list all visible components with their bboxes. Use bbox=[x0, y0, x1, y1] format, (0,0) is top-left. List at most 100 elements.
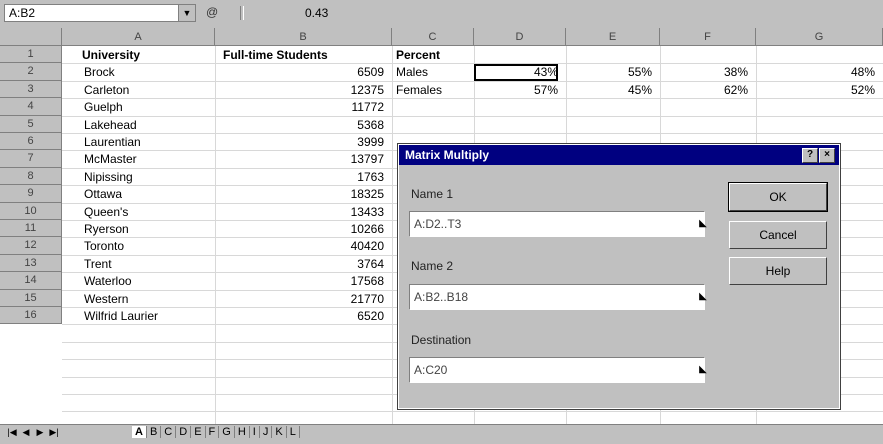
formula-content[interactable]: 0.43 bbox=[305, 6, 328, 20]
row-header[interactable]: 7 bbox=[0, 150, 62, 168]
student-count[interactable]: 18325 bbox=[215, 186, 384, 203]
row-header[interactable]: 9 bbox=[0, 185, 62, 203]
close-icon[interactable]: × bbox=[819, 148, 835, 163]
column-header-f[interactable]: F bbox=[660, 28, 756, 46]
tab-scroll-button[interactable]: ▶| bbox=[48, 427, 60, 438]
tab-scroll-button[interactable]: ▶ bbox=[34, 427, 46, 438]
row-header[interactable]: 3 bbox=[0, 80, 62, 99]
row-header[interactable]: 1 bbox=[0, 46, 62, 64]
row-header[interactable]: 10 bbox=[0, 202, 62, 220]
sheet-tab-k[interactable]: K bbox=[272, 426, 287, 438]
university-name[interactable]: McMaster bbox=[84, 151, 137, 168]
student-count[interactable]: 12375 bbox=[215, 82, 384, 99]
student-count[interactable]: 6509 bbox=[215, 64, 384, 81]
sheet-tab-b[interactable]: B bbox=[146, 426, 162, 438]
column-header-d[interactable]: D bbox=[474, 28, 566, 46]
row-header[interactable]: 8 bbox=[0, 167, 62, 186]
percent-value[interactable]: 38% bbox=[660, 64, 748, 81]
help-icon[interactable]: ? bbox=[802, 148, 818, 163]
percent-value[interactable]: 43% bbox=[474, 64, 558, 82]
university-name[interactable]: Queen's bbox=[84, 204, 128, 221]
university-name[interactable]: Nipissing bbox=[84, 169, 133, 186]
sheet-tab-j[interactable]: J bbox=[259, 426, 273, 438]
sheet-tab-bar: |◀ ◀ ▶ ▶| A B C D E F G H I J K L bbox=[0, 424, 883, 444]
university-name[interactable]: Carleton bbox=[84, 82, 129, 99]
sheet-tab-f[interactable]: F bbox=[205, 426, 220, 438]
name-box[interactable]: A:B2 ▼ bbox=[4, 4, 196, 22]
student-count[interactable]: 5368 bbox=[215, 117, 384, 134]
sheet-tab-h[interactable]: H bbox=[234, 426, 250, 438]
student-count[interactable]: 10266 bbox=[215, 221, 384, 238]
row-header[interactable]: 6 bbox=[0, 133, 62, 151]
collapse-dialog-icon[interactable]: ◣ bbox=[695, 216, 711, 232]
sheet-tab-e[interactable]: E bbox=[191, 426, 206, 438]
tab-scroll-button[interactable]: ◀ bbox=[20, 427, 32, 438]
percent-label[interactable]: Females bbox=[396, 82, 442, 99]
chevron-down-icon[interactable]: ▼ bbox=[178, 5, 195, 21]
percent-value[interactable]: 62% bbox=[660, 82, 748, 99]
university-name[interactable]: Guelph bbox=[84, 99, 123, 116]
dialog-titlebar[interactable]: Matrix Multiply ? × bbox=[399, 145, 839, 165]
university-name[interactable]: Brock bbox=[84, 64, 115, 81]
student-count[interactable]: 21770 bbox=[215, 291, 384, 308]
percent-value[interactable]: 48% bbox=[756, 64, 875, 81]
row-header[interactable]: 12 bbox=[0, 237, 62, 255]
student-count[interactable]: 13797 bbox=[215, 151, 384, 168]
percent-label[interactable]: Males bbox=[396, 64, 428, 81]
cancel-button[interactable]: Cancel bbox=[729, 221, 827, 249]
row-header[interactable]: 13 bbox=[0, 254, 62, 273]
university-name[interactable]: Lakehead bbox=[84, 117, 137, 134]
row-header[interactable]: 4 bbox=[0, 98, 62, 116]
sheet-tab-l[interactable]: L bbox=[286, 426, 300, 438]
percent-value[interactable]: 52% bbox=[756, 82, 875, 99]
row-header[interactable]: 16 bbox=[0, 307, 62, 325]
percent-value[interactable]: 55% bbox=[566, 64, 652, 81]
sheet-tab-d[interactable]: D bbox=[176, 426, 192, 438]
university-name[interactable]: Ryerson bbox=[84, 221, 129, 238]
destination-field[interactable]: A:C20 bbox=[409, 357, 705, 383]
function-icon[interactable]: @ bbox=[206, 5, 218, 19]
help-button[interactable]: Help bbox=[729, 257, 827, 285]
collapse-dialog-icon[interactable]: ◣ bbox=[695, 289, 711, 305]
column-header-a[interactable]: A bbox=[62, 28, 215, 46]
divider bbox=[240, 6, 244, 20]
university-name[interactable]: Trent bbox=[84, 256, 112, 273]
tab-scroll-button[interactable]: |◀ bbox=[6, 427, 18, 438]
student-count[interactable]: 3999 bbox=[215, 134, 384, 151]
name2-field[interactable]: A:B2..B18 bbox=[409, 284, 705, 310]
sheet-tab-g[interactable]: G bbox=[219, 426, 235, 438]
gridline bbox=[62, 133, 883, 134]
percent-value[interactable]: 57% bbox=[474, 82, 558, 99]
student-count[interactable]: 3764 bbox=[215, 256, 384, 273]
sheet-tab-a[interactable]: A bbox=[132, 426, 147, 438]
column-header-g[interactable]: G bbox=[756, 28, 883, 46]
column-header-e[interactable]: E bbox=[566, 28, 660, 46]
ok-button[interactable]: OK bbox=[728, 182, 828, 212]
university-name[interactable]: Laurentian bbox=[84, 134, 141, 151]
row-header[interactable]: 15 bbox=[0, 289, 62, 307]
name1-field[interactable]: A:D2..T3 bbox=[409, 211, 705, 237]
student-count[interactable]: 6520 bbox=[215, 308, 384, 325]
percent-value[interactable]: 45% bbox=[566, 82, 652, 99]
row-header[interactable]: 5 bbox=[0, 115, 62, 133]
student-count[interactable]: 13433 bbox=[215, 204, 384, 221]
sheet-tab-i[interactable]: I bbox=[249, 426, 260, 438]
column-header-b[interactable]: B bbox=[215, 28, 392, 46]
university-name[interactable]: Waterloo bbox=[84, 273, 132, 290]
name1-label: Name 1 bbox=[411, 187, 454, 201]
sheet-tab-c[interactable]: C bbox=[161, 426, 177, 438]
select-all-corner[interactable] bbox=[0, 28, 62, 46]
student-count[interactable]: 17568 bbox=[215, 273, 384, 290]
row-header[interactable]: 11 bbox=[0, 220, 62, 238]
student-count[interactable]: 40420 bbox=[215, 238, 384, 255]
university-name[interactable]: Western bbox=[84, 291, 128, 308]
university-name[interactable]: Wilfrid Laurier bbox=[84, 308, 158, 325]
university-name[interactable]: Toronto bbox=[84, 238, 124, 255]
row-header[interactable]: 14 bbox=[0, 272, 62, 290]
collapse-dialog-icon[interactable]: ◣ bbox=[695, 362, 711, 378]
student-count[interactable]: 11772 bbox=[215, 99, 384, 116]
row-header[interactable]: 2 bbox=[0, 63, 62, 81]
university-name[interactable]: Ottawa bbox=[84, 186, 122, 203]
column-header-c[interactable]: C bbox=[392, 28, 474, 46]
student-count[interactable]: 1763 bbox=[215, 169, 384, 186]
